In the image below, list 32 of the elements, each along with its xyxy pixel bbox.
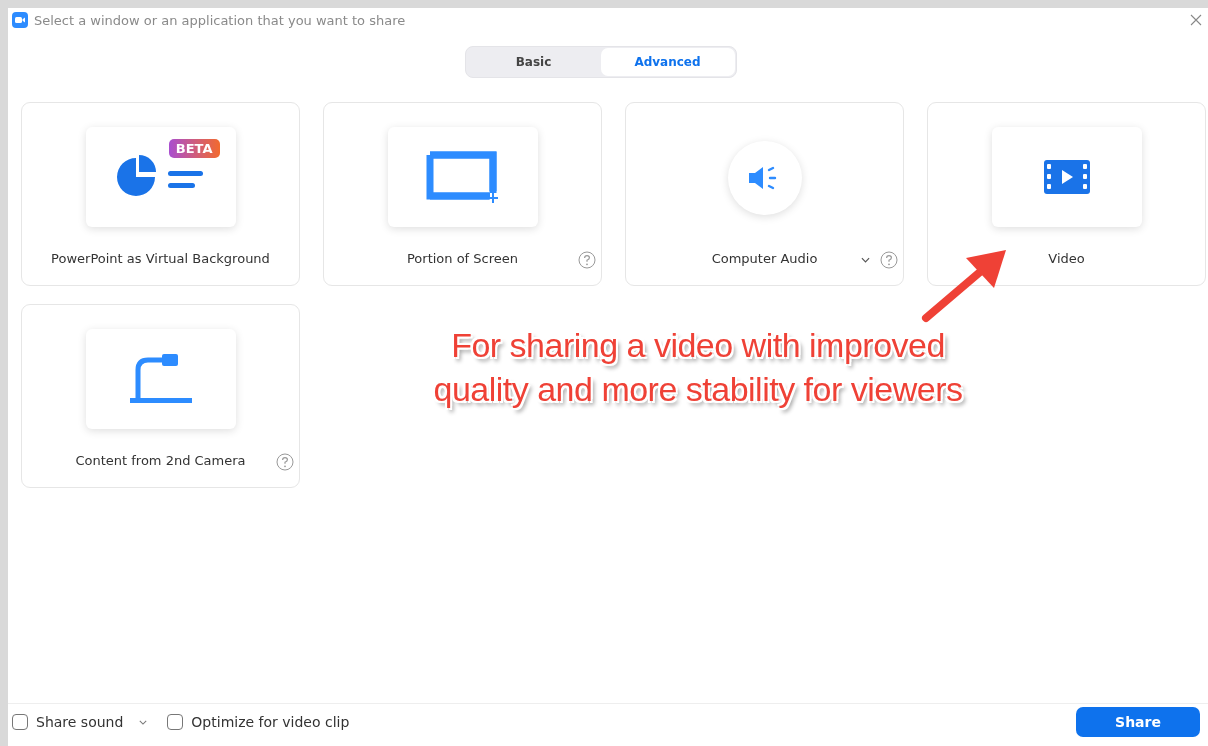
chevron-down-icon[interactable] bbox=[139, 719, 148, 725]
card-label: Portion of Screen bbox=[406, 251, 519, 266]
window-title: Select a window or an application that you want to share bbox=[34, 12, 406, 28]
checkbox[interactable] bbox=[12, 714, 28, 730]
document-camera-icon bbox=[129, 354, 192, 404]
card-label: PowerPoint as Virtual Background bbox=[51, 251, 270, 266]
card-label: Content from 2nd Camera bbox=[75, 453, 246, 468]
card-label: Video bbox=[1048, 251, 1085, 266]
share-option-card[interactable]: Video bbox=[927, 102, 1206, 286]
selection-frame-icon bbox=[425, 151, 500, 203]
annotation-text: For sharing a video with improved bbox=[451, 325, 945, 366]
checkbox[interactable] bbox=[167, 714, 184, 730]
card-label: Computer Audio bbox=[711, 251, 818, 266]
option-label[interactable]: Share sound bbox=[36, 714, 124, 730]
help-icon[interactable] bbox=[880, 251, 898, 269]
help-icon[interactable] bbox=[276, 453, 294, 471]
share-option-card[interactable]: Portion of Screen bbox=[323, 102, 602, 286]
chevron-down-icon[interactable] bbox=[861, 257, 870, 263]
tab[interactable]: Basic bbox=[466, 48, 601, 76]
close-icon[interactable] bbox=[1190, 14, 1202, 26]
share-option-card[interactable]: Computer Audio bbox=[625, 102, 904, 286]
beta-badge: BETA bbox=[168, 139, 220, 158]
film-play-icon bbox=[1043, 160, 1090, 194]
app-logo-icon bbox=[12, 12, 28, 28]
share-option-card[interactable]: Content from 2nd Camera bbox=[21, 304, 300, 488]
annotation-text: quality and more stability for viewers bbox=[433, 369, 963, 410]
share-option-card[interactable]: BETA PowerPoint as Virtual Background bbox=[21, 102, 300, 286]
option-label[interactable]: Optimize for video clip bbox=[191, 714, 350, 730]
pie-chart-icon bbox=[115, 155, 206, 199]
share-button[interactable]: Share bbox=[1076, 707, 1200, 737]
tab[interactable]: Advanced bbox=[600, 48, 735, 76]
help-icon[interactable] bbox=[578, 251, 596, 269]
